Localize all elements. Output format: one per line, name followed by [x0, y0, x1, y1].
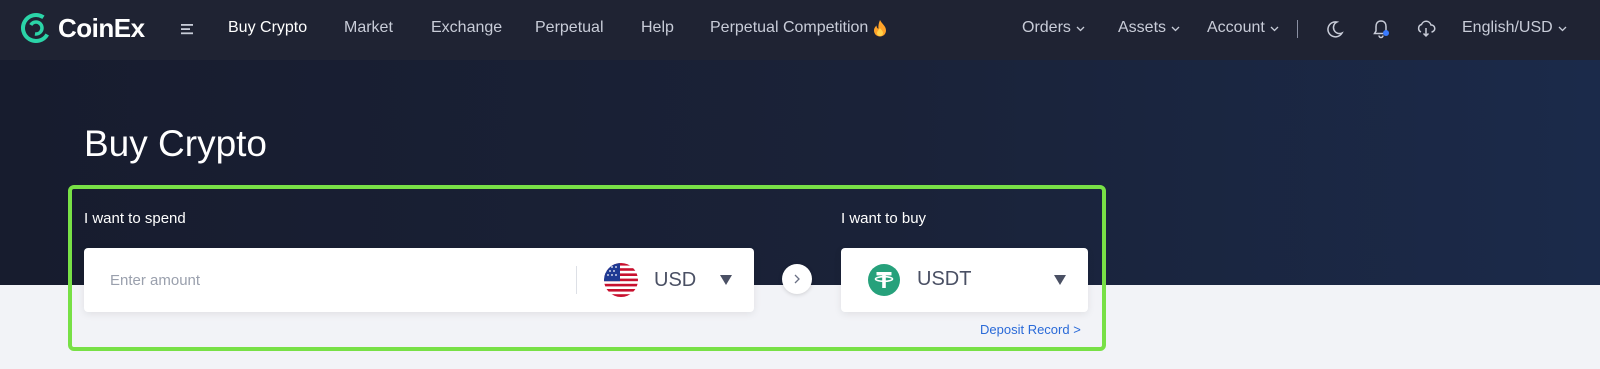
- buy-currency-select[interactable]: USDT: [841, 248, 1088, 312]
- cloud-download-icon[interactable]: [1415, 18, 1437, 40]
- chevron-down-icon: [1171, 26, 1180, 31]
- spend-divider: [576, 266, 577, 294]
- nav-link-perpetual-competition[interactable]: Perpetual Competition: [710, 19, 887, 37]
- account-dropdown[interactable]: Account: [1207, 19, 1280, 37]
- hamburger-menu-icon[interactable]: [180, 21, 196, 37]
- top-navbar: CoinEx Buy Crypto Market Exchange Perpet…: [0, 0, 1600, 60]
- spend-amount-panel: USD: [84, 248, 754, 312]
- amount-input[interactable]: [110, 268, 550, 292]
- chevron-right-icon: [794, 274, 800, 284]
- us-flag-icon: [604, 263, 638, 297]
- caret-down-icon: [1054, 275, 1066, 285]
- orders-dropdown[interactable]: Orders: [1022, 19, 1086, 37]
- nav-link-buy-crypto[interactable]: Buy Crypto: [228, 19, 307, 37]
- account-label: Account: [1207, 19, 1265, 36]
- assets-dropdown[interactable]: Assets: [1118, 19, 1181, 37]
- chevron-down-icon: [1558, 26, 1567, 31]
- buy-label: I want to buy: [841, 210, 927, 227]
- swap-arrow-button[interactable]: [782, 264, 812, 294]
- coinex-logo-icon: [21, 13, 51, 43]
- brand-logo[interactable]: CoinEx: [20, 12, 145, 44]
- nav-separator: [1297, 20, 1298, 38]
- buy-currency-code: USDT: [917, 268, 972, 290]
- nav-link-perpetual[interactable]: Perpetual: [535, 19, 604, 37]
- orders-label: Orders: [1022, 19, 1071, 36]
- spend-label: I want to spend: [84, 210, 186, 227]
- caret-down-icon[interactable]: [720, 275, 732, 285]
- fire-icon: [874, 19, 887, 36]
- assets-label: Assets: [1118, 19, 1167, 36]
- nav-link-perpetual-competition-label: Perpetual Competition: [710, 19, 869, 36]
- nav-link-exchange[interactable]: Exchange: [431, 19, 502, 37]
- spend-currency-code: USD: [654, 268, 697, 291]
- nav-link-market[interactable]: Market: [344, 19, 393, 37]
- chevron-down-icon: [1270, 26, 1279, 31]
- tether-icon: [868, 264, 900, 296]
- spend-currency-select[interactable]: USD: [604, 262, 696, 298]
- deposit-record-link[interactable]: Deposit Record >: [980, 322, 1081, 337]
- page-title: Buy Crypto: [84, 123, 268, 164]
- brand-name: CoinEx: [58, 12, 145, 43]
- chevron-down-icon: [1076, 26, 1085, 31]
- nav-link-help[interactable]: Help: [641, 19, 674, 37]
- moon-icon[interactable]: [1324, 18, 1346, 40]
- language-currency-dropdown[interactable]: English/USD: [1462, 19, 1568, 37]
- bell-icon[interactable]: [1370, 18, 1392, 40]
- language-label: English/USD: [1462, 19, 1553, 36]
